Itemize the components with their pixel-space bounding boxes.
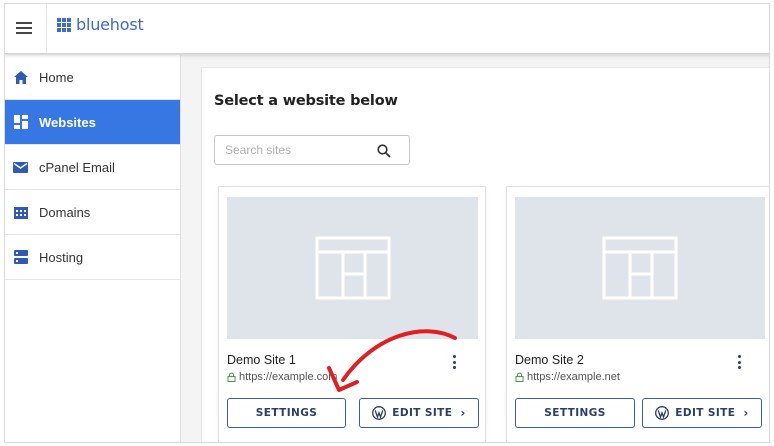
main-panel: Select a website below Demo Site 1 https…	[201, 67, 769, 442]
sidebar-item-label: Websites	[39, 114, 96, 130]
sidebar-item-label: Hosting	[39, 249, 84, 265]
site-name: Demo Site 2	[515, 353, 584, 367]
site-card: Demo Site 1 https://example.com SETTINGS…	[218, 186, 486, 442]
lock-icon	[227, 372, 236, 382]
lock-icon	[515, 372, 524, 382]
search-input[interactable]	[225, 143, 375, 157]
more-options-icon[interactable]	[736, 355, 742, 369]
home-icon	[13, 70, 28, 85]
sidebar-item-home[interactable]: Home	[5, 55, 180, 100]
email-icon	[13, 160, 28, 175]
edit-site-button[interactable]: EDIT SITE ›	[359, 398, 479, 428]
app-window: bluehost Home Websites cPanel Email Doma…	[4, 3, 770, 443]
sidebar-item-label: cPanel Email	[39, 159, 115, 175]
website-layout-icon	[602, 236, 678, 300]
websites-icon	[13, 115, 28, 130]
sidebar-item-websites[interactable]: Websites	[5, 100, 180, 145]
logo-text: bluehost	[76, 15, 144, 34]
settings-button[interactable]: SETTINGS	[227, 398, 346, 428]
hamburger-menu-icon[interactable]	[14, 17, 36, 39]
settings-button-label: SETTINGS	[544, 407, 606, 419]
wordpress-icon	[372, 406, 387, 420]
search-icon[interactable]	[377, 144, 391, 158]
site-card: Demo Site 2 https://example.net SETTINGS…	[506, 186, 769, 442]
logo-grid-icon	[57, 17, 71, 32]
wordpress-icon	[655, 406, 670, 420]
page-title: Select a website below	[214, 93, 398, 109]
site-url-row: https://example.net	[515, 371, 620, 383]
chevron-right-icon: ›	[460, 406, 466, 420]
site-url-row: https://example.com	[227, 371, 337, 383]
domains-icon	[13, 205, 28, 220]
sidebar-item-hosting[interactable]: Hosting	[5, 235, 180, 280]
site-thumbnail[interactable]	[227, 197, 478, 339]
site-thumbnail[interactable]	[515, 197, 765, 339]
bluehost-logo[interactable]: bluehost	[57, 15, 144, 34]
site-name: Demo Site 1	[227, 353, 296, 367]
chevron-right-icon: ›	[743, 406, 749, 420]
sidebar-item-label: Home	[39, 69, 74, 85]
site-url[interactable]: https://example.com	[239, 371, 337, 383]
website-layout-icon	[315, 236, 390, 300]
top-bar: bluehost	[5, 4, 769, 54]
edit-site-label: EDIT SITE	[392, 407, 453, 419]
site-url[interactable]: https://example.net	[527, 371, 620, 383]
sidebar-item-label: Domains	[39, 204, 91, 220]
settings-button-label: SETTINGS	[255, 407, 318, 419]
settings-button[interactable]: SETTINGS	[515, 398, 635, 428]
hosting-icon	[13, 250, 28, 265]
sidebar-item-domains[interactable]: Domains	[5, 190, 180, 235]
more-options-icon[interactable]	[451, 355, 457, 369]
edit-site-label: EDIT SITE	[675, 407, 736, 419]
edit-site-button[interactable]: EDIT SITE ›	[642, 398, 762, 428]
sidebar-item-cpanel-email[interactable]: cPanel Email	[5, 145, 180, 190]
search-box[interactable]	[214, 135, 410, 165]
sidebar: Home Websites cPanel Email Domains Hosti…	[5, 55, 181, 442]
topbar-divider	[46, 4, 47, 54]
